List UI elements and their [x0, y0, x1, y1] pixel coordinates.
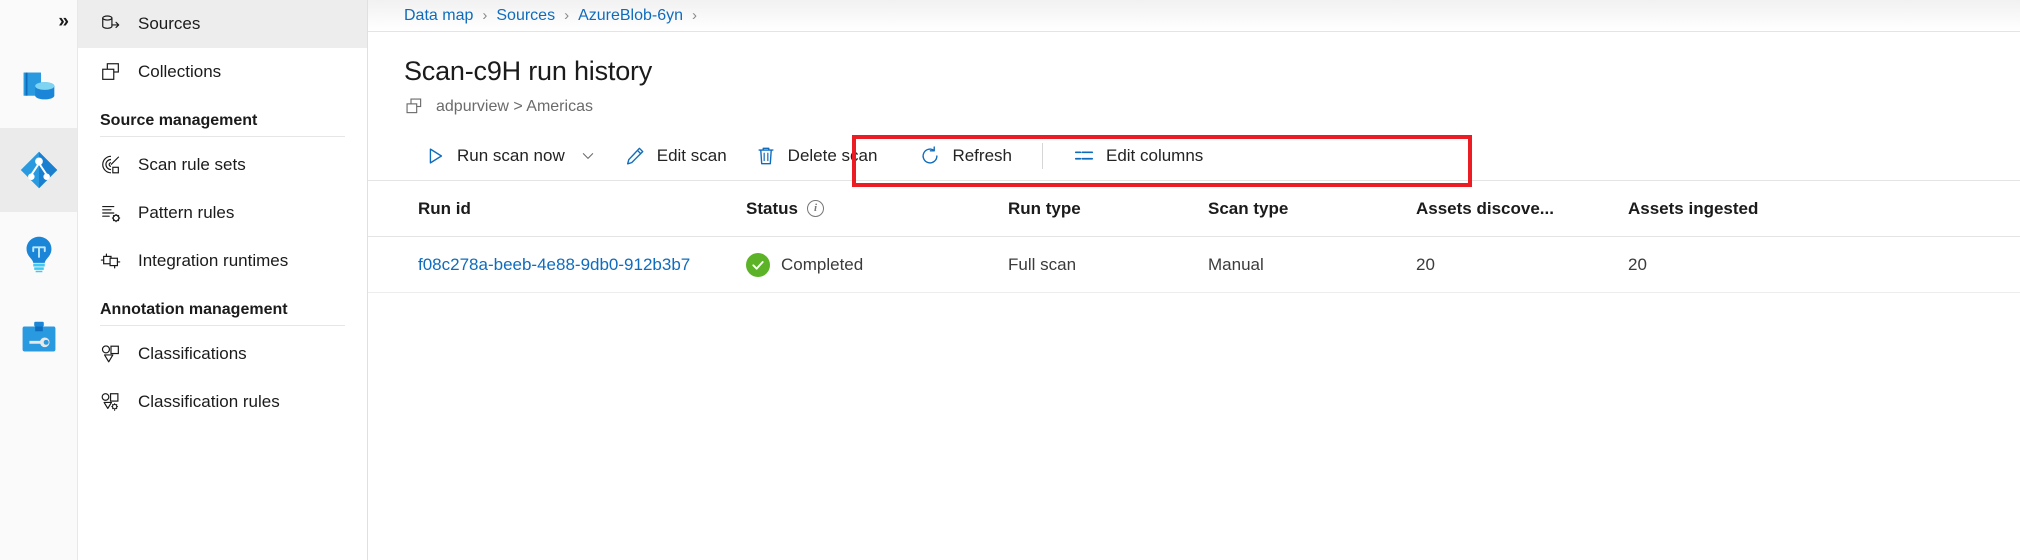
column-header-run-id[interactable]: Run id — [368, 199, 746, 219]
sidebar-item-classifications[interactable]: Classifications — [78, 330, 367, 378]
rail-item-data-insights[interactable] — [0, 212, 77, 296]
trash-delete-icon — [755, 145, 777, 167]
expand-rail-button[interactable]: » — [0, 0, 77, 44]
sidebar-divider — [100, 325, 345, 326]
sidebar-group-annotation-management: Annotation management — [78, 285, 367, 325]
edit-columns-button[interactable]: Edit columns — [1059, 135, 1217, 177]
sidebar-item-collections[interactable]: Collections — [78, 48, 367, 96]
play-triangle-icon — [424, 145, 446, 167]
data-map-icon — [16, 147, 62, 193]
run-id-link[interactable]: f08c278a-beeb-4e88-9db0-912b3b7 — [418, 255, 690, 275]
pencil-edit-icon — [624, 145, 646, 167]
edit-scan-button[interactable]: Edit scan — [610, 135, 741, 177]
sidebar-item-label: Pattern rules — [138, 203, 234, 223]
breadcrumb-item-sources[interactable]: Sources — [496, 7, 555, 25]
sidebar-item-label: Collections — [138, 62, 221, 82]
cell-run-id: f08c278a-beeb-4e88-9db0-912b3b7 — [368, 255, 746, 275]
chevron-right-icon: › — [692, 7, 697, 24]
classifications-icon — [100, 343, 122, 365]
column-header-label: Assets discove... — [1416, 199, 1554, 219]
run-history-table: Run id Status i Run type Scan type Asset… — [368, 181, 2020, 293]
edit-scan-label: Edit scan — [657, 146, 727, 166]
sidebar-item-label: Integration runtimes — [138, 251, 288, 271]
toolbar-divider — [1042, 143, 1043, 169]
breadcrumb: Data map › Sources › AzureBlob-6yn › — [368, 0, 2020, 32]
classification-rules-icon — [100, 391, 122, 413]
run-scan-now-button[interactable]: Run scan now — [410, 135, 610, 177]
lightbulb-insights-icon — [16, 231, 62, 277]
sidebar-item-label: Classification rules — [138, 392, 280, 412]
edit-columns-label: Edit columns — [1106, 146, 1203, 166]
column-header-label: Scan type — [1208, 199, 1288, 219]
cell-run-type: Full scan — [1008, 255, 1208, 275]
left-icon-rail: » — [0, 0, 78, 560]
double-chevron-right-icon: » — [58, 11, 67, 33]
status-badge: Completed — [781, 255, 863, 275]
sidebar-group-source-management: Source management — [78, 96, 367, 136]
cell-assets-ingested: 20 — [1628, 255, 2020, 275]
sidebar-item-integration-runtimes[interactable]: Integration runtimes — [78, 237, 367, 285]
status-success-check-icon — [746, 253, 770, 277]
purview-scan-run-history-page: » — [0, 0, 2020, 560]
collections-icon — [100, 61, 122, 83]
column-header-scan-type[interactable]: Scan type — [1208, 199, 1416, 219]
chevron-down-icon[interactable] — [580, 148, 596, 164]
info-icon[interactable]: i — [807, 200, 824, 217]
delete-scan-label: Delete scan — [788, 146, 878, 166]
run-scan-now-label: Run scan now — [457, 146, 565, 166]
table-header-row: Run id Status i Run type Scan type Asset… — [368, 181, 2020, 237]
toolbar-wrapper: Run scan now Edit scan — [368, 131, 2020, 181]
integration-runtimes-icon — [100, 250, 122, 272]
delete-scan-button[interactable]: Delete scan — [741, 135, 892, 177]
management-toolbox-icon — [16, 315, 62, 361]
table-row[interactable]: f08c278a-beeb-4e88-9db0-912b3b7 Complete… — [368, 237, 2020, 293]
rail-item-data-map[interactable] — [0, 128, 77, 212]
pattern-rules-icon — [100, 202, 122, 224]
scan-rule-sets-icon — [100, 154, 122, 176]
cell-status: Completed — [746, 253, 1008, 277]
column-header-assets-ingested[interactable]: Assets ingested — [1628, 199, 2020, 219]
column-header-label: Run id — [418, 199, 471, 219]
column-header-assets-discovered[interactable]: Assets discove... — [1416, 199, 1628, 219]
breadcrumb-item-azureblob[interactable]: AzureBlob-6yn — [578, 7, 683, 25]
refresh-circular-arrow-icon — [919, 145, 941, 167]
sidebar-item-label: Classifications — [138, 344, 247, 364]
sidebar-item-classification-rules[interactable]: Classification rules — [78, 378, 367, 426]
column-header-status[interactable]: Status i — [746, 199, 1008, 219]
cell-scan-type: Manual — [1208, 255, 1416, 275]
source-database-icon — [100, 13, 122, 35]
page-subtitle: adpurview > Americas — [368, 87, 2020, 117]
sidebar-item-label: Scan rule sets — [138, 155, 246, 175]
sidebar-divider — [100, 136, 345, 137]
main-content: Data map › Sources › AzureBlob-6yn › Sca… — [368, 0, 2020, 560]
sidebar-nav: Sources Collections Source management Sc… — [78, 0, 368, 560]
refresh-label: Refresh — [952, 146, 1012, 166]
rail-item-management[interactable] — [0, 296, 77, 380]
column-header-label: Status — [746, 199, 798, 219]
column-header-label: Run type — [1008, 199, 1081, 219]
chevron-right-icon: › — [482, 7, 487, 24]
data-catalog-icon — [16, 63, 62, 109]
collections-icon — [404, 96, 425, 117]
sidebar-item-scan-rule-sets[interactable]: Scan rule sets — [78, 141, 367, 189]
breadcrumb-item-data-map[interactable]: Data map — [404, 7, 473, 25]
column-header-run-type[interactable]: Run type — [1008, 199, 1208, 219]
sidebar-item-label: Sources — [138, 14, 200, 34]
sidebar-item-pattern-rules[interactable]: Pattern rules — [78, 189, 367, 237]
cell-assets-discovered: 20 — [1416, 255, 1628, 275]
chevron-right-icon: › — [564, 7, 569, 24]
command-toolbar: Run scan now Edit scan — [368, 131, 2020, 181]
rail-item-data-catalog[interactable] — [0, 44, 77, 128]
sidebar-item-sources[interactable]: Sources — [78, 0, 367, 48]
refresh-button[interactable]: Refresh — [905, 135, 1026, 177]
edit-columns-icon — [1073, 145, 1095, 167]
column-header-label: Assets ingested — [1628, 199, 1758, 219]
page-subtitle-text: adpurview > Americas — [436, 98, 593, 116]
page-title: Scan-c9H run history — [368, 32, 2020, 87]
